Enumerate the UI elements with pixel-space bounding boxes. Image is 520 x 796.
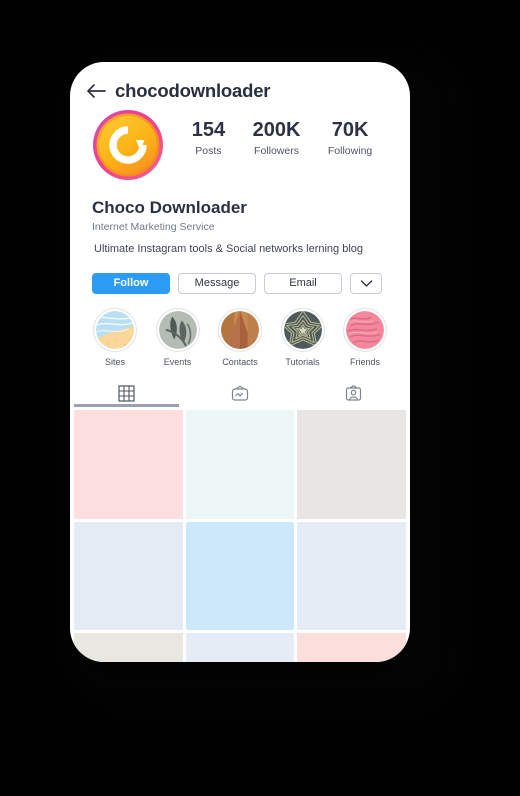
arrow-left-icon[interactable] [86, 83, 106, 99]
grid-icon [118, 385, 135, 402]
igtv-icon [231, 385, 249, 402]
stat-followers-label: Followers [254, 144, 299, 157]
grid-cell[interactable] [185, 633, 295, 662]
beach-thumbnail-icon [96, 310, 134, 349]
stat-posts[interactable]: 154 Posts [192, 119, 225, 157]
highlight-label: Tutorials [285, 356, 320, 367]
profile-description: Ultimate Instagram tools & Social networ… [94, 242, 364, 255]
grid-cell[interactable] [297, 633, 407, 662]
stat-posts-value: 154 [191, 118, 226, 141]
tab-tagged[interactable] [297, 381, 410, 407]
highlight-label: Sites [104, 356, 125, 367]
leaves-thumbnail-icon [158, 310, 197, 349]
profile-category: Internet Marketing Service [92, 220, 215, 233]
highlight-ring [218, 307, 262, 352]
page-title: chocodownloader [115, 80, 271, 101]
chevron-down-icon [360, 279, 373, 288]
mountains-thumbnail-icon [221, 310, 259, 349]
highlight-label: Friends [349, 356, 380, 367]
tab-grid[interactable] [70, 381, 183, 407]
waves-thumbnail-icon [346, 310, 384, 349]
highlight-events[interactable]: Events [155, 307, 201, 367]
highlight-ring [93, 307, 137, 352]
follow-button[interactable]: Follow [92, 272, 170, 294]
stat-following-value: 70K [331, 118, 369, 141]
highlight-label: Events [163, 356, 192, 367]
photo-grid [70, 407, 410, 662]
message-button[interactable]: Message [178, 272, 256, 294]
grid-cell[interactable] [297, 409, 407, 519]
email-button[interactable]: Email [264, 272, 342, 294]
star-pattern-thumbnail-icon [283, 310, 322, 349]
stats-row: 154 Posts 200K Followers 70K Following [164, 109, 392, 157]
screenshot-root: chocodownloader 154 Posts 200K Followers… [0, 0, 520, 796]
tagged-user-icon [345, 385, 362, 402]
highlight-label: Contacts [222, 356, 258, 367]
highlight-ring [280, 307, 325, 352]
grid-cell[interactable] [74, 633, 183, 662]
action-buttons-row: Follow Message Email [70, 255, 410, 294]
content-tabs [70, 381, 410, 407]
highlight-friends[interactable]: Friends [342, 307, 388, 367]
phone-card: chocodownloader 154 Posts 200K Followers… [70, 62, 410, 662]
stat-following[interactable]: 70K Following [328, 119, 372, 157]
bio-block: Choco Downloader Internet Marketing Serv… [70, 186, 410, 255]
highlight-tutorials[interactable]: Tutorials [280, 307, 326, 367]
grid-cell[interactable] [185, 521, 295, 631]
story-highlights-row: Sites Events Contacts Tutorials Friends [70, 294, 410, 367]
stat-followers-value: 200K [252, 118, 301, 141]
stat-posts-label: Posts [195, 144, 222, 157]
highlight-ring [343, 307, 387, 352]
profile-summary: 154 Posts 200K Followers 70K Following [70, 101, 410, 186]
profile-header: chocodownloader [70, 62, 410, 101]
grid-cell[interactable] [74, 409, 183, 519]
tab-igtv[interactable] [183, 381, 296, 407]
grid-cell[interactable] [297, 521, 407, 631]
stat-following-label: Following [327, 144, 373, 157]
highlight-sites[interactable]: Sites [92, 307, 138, 367]
avatar[interactable] [92, 109, 164, 186]
display-name: Choco Downloader [92, 197, 247, 217]
grid-cell[interactable] [74, 521, 183, 631]
highlight-contacts[interactable]: Contacts [217, 307, 263, 367]
more-options-button[interactable] [350, 272, 382, 294]
stat-followers[interactable]: 200K Followers [253, 119, 301, 157]
grid-cell[interactable] [185, 409, 295, 519]
highlight-ring [155, 307, 200, 352]
